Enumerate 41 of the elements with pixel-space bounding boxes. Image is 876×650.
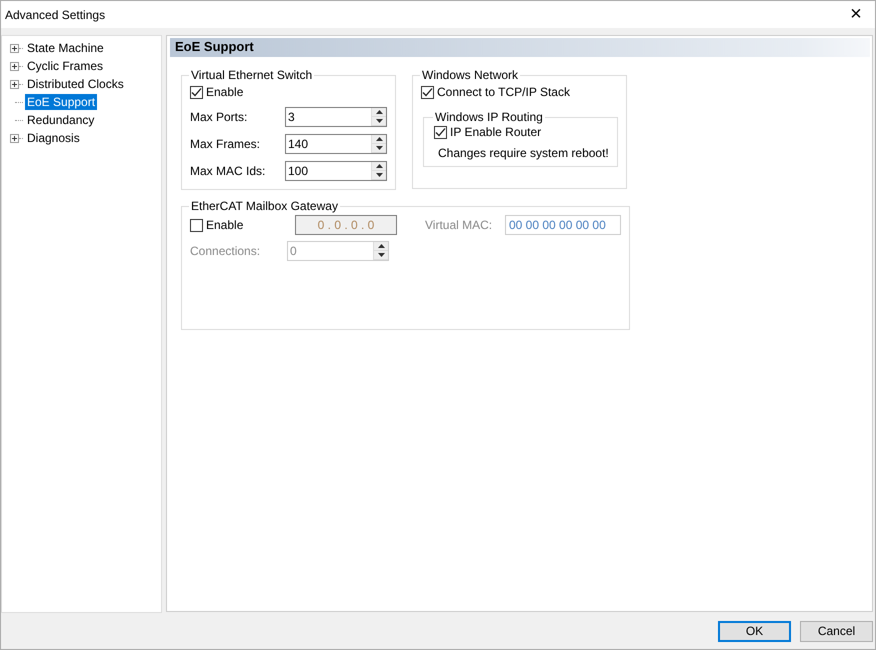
close-button[interactable]: × <box>841 2 871 28</box>
checkbox[interactable] <box>434 126 447 139</box>
checkbox[interactable] <box>190 86 203 99</box>
panel-title: EoE Support <box>170 38 870 58</box>
expand-icon[interactable] <box>10 134 19 143</box>
note-text: Changes require system reboot! <box>437 146 609 160</box>
window-title: Advanced Settings <box>5 8 106 22</box>
spin-down-icon[interactable] <box>374 251 388 260</box>
tree-item[interactable]: Redundancy <box>25 112 96 128</box>
tree-item[interactable]: Distributed Clocks <box>25 76 126 92</box>
dialog-button[interactable]: OK <box>718 620 791 642</box>
spin-down-icon[interactable] <box>372 144 386 154</box>
tree-item[interactable]: EoE Support <box>25 94 98 110</box>
checkbox-label[interactable]: IP Enable Router <box>450 125 542 140</box>
field-label: Max MAC Ids: <box>190 164 266 178</box>
checkbox-label[interactable]: Enable <box>206 218 244 232</box>
checkbox-label[interactable]: Enable <box>206 85 244 100</box>
tree-item[interactable]: Diagnosis <box>25 130 82 146</box>
spin-up-icon[interactable] <box>372 108 386 118</box>
checkbox[interactable] <box>190 218 203 232</box>
spin-up-icon[interactable] <box>372 162 386 172</box>
spin-down-icon[interactable] <box>372 171 386 180</box>
expand-icon[interactable] <box>10 80 19 89</box>
group-title: Windows Network <box>421 68 520 82</box>
checkbox-label[interactable]: Connect to TCP/IP Stack <box>437 85 570 100</box>
field-label: Connections: <box>190 244 262 258</box>
expand-icon[interactable] <box>10 44 19 53</box>
spin-up-icon[interactable] <box>372 135 386 144</box>
group-title: Virtual Ethernet Switch <box>190 68 314 82</box>
checkbox[interactable] <box>421 86 434 99</box>
spin-down-icon[interactable] <box>372 117 386 126</box>
dialog-button[interactable]: Cancel <box>800 620 873 642</box>
expand-icon[interactable] <box>10 62 19 71</box>
spin-up-icon[interactable] <box>374 242 388 252</box>
field-label: Max Ports: <box>190 110 248 124</box>
tree-item[interactable]: State Machine <box>25 40 106 56</box>
group-title: Windows IP Routing <box>434 110 544 124</box>
tree-item[interactable]: Cyclic Frames <box>25 58 106 74</box>
group-title: EtherCAT Mailbox Gateway <box>190 199 339 214</box>
field-label: Max Frames: <box>190 137 262 152</box>
field-label: Virtual MAC: <box>425 218 494 232</box>
